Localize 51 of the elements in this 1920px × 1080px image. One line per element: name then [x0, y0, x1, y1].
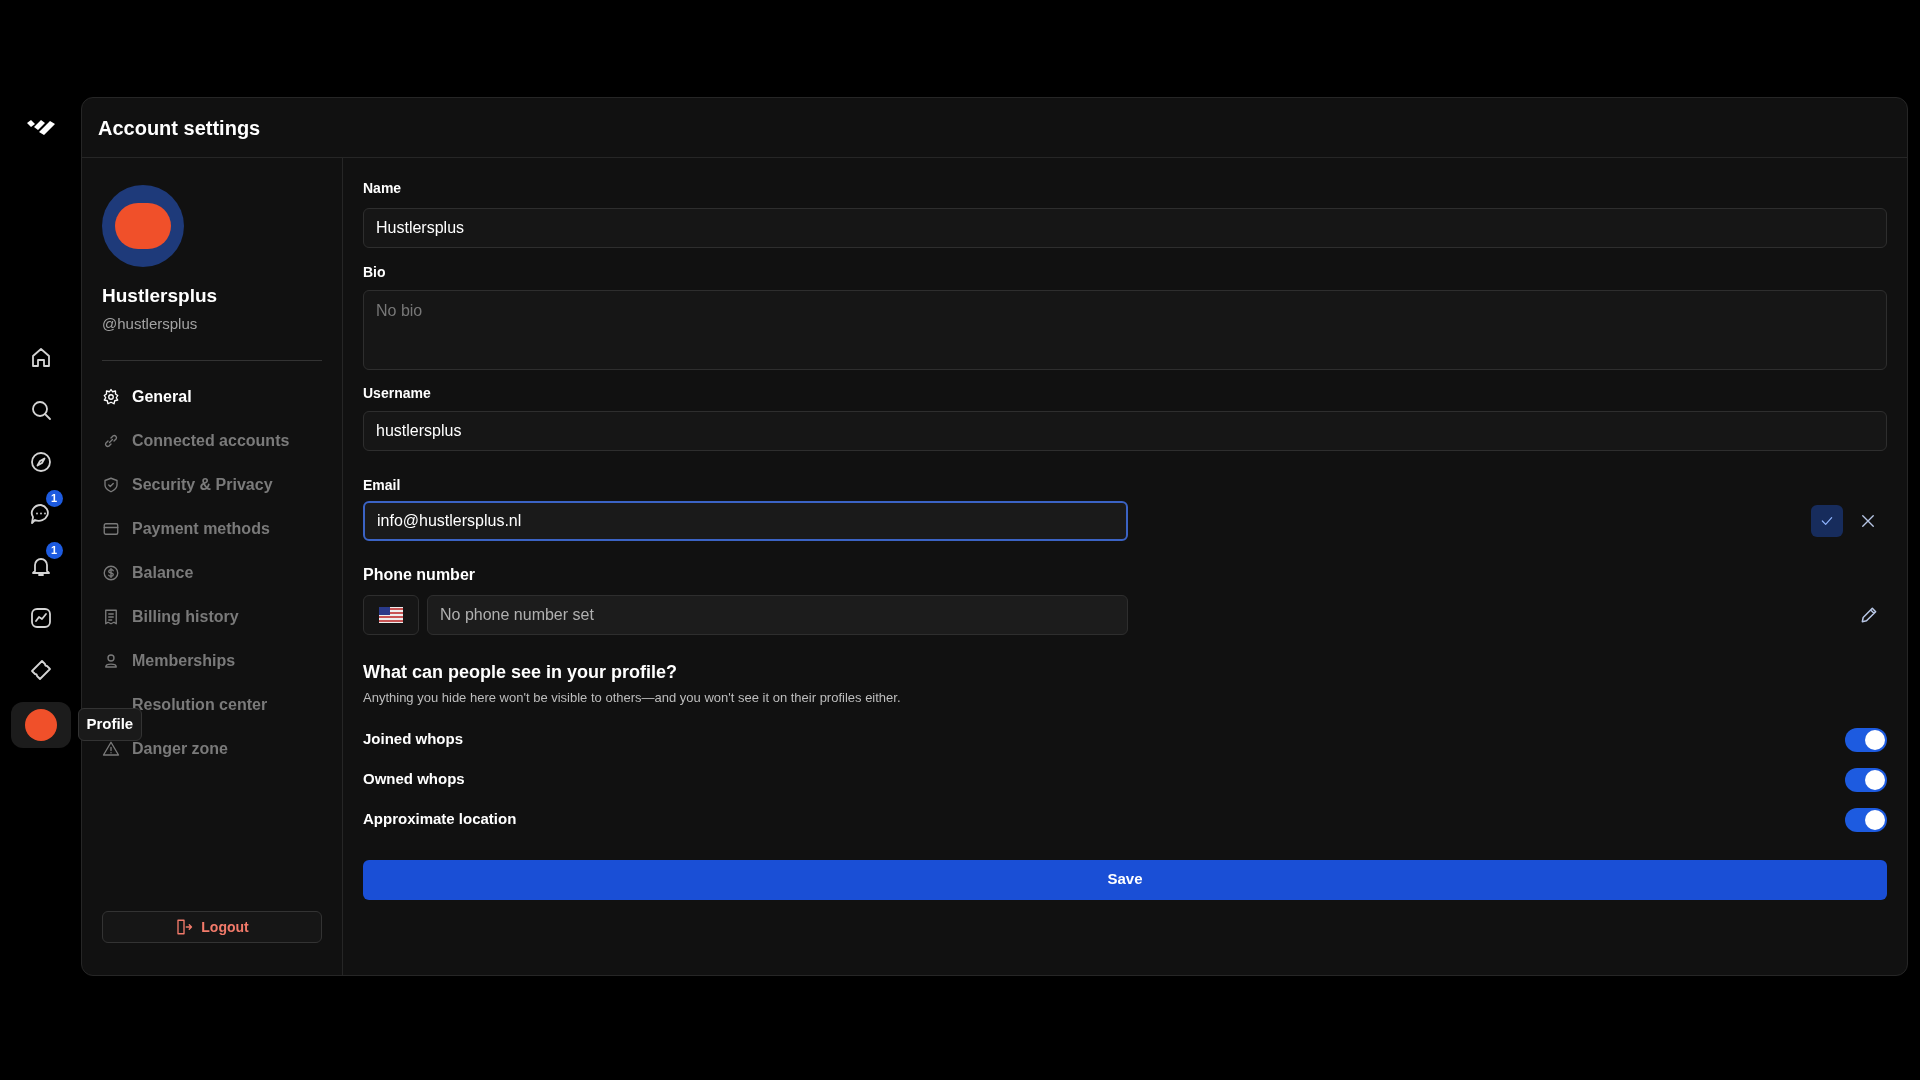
sidebar-item[interactable]: Billing history	[132, 605, 239, 629]
profile-handle: @hustlersplus	[102, 313, 199, 334]
profile-rail-button[interactable]	[10, 702, 71, 748]
field-label: Username	[363, 384, 432, 403]
field-label: Name	[363, 179, 403, 198]
sidebar-item[interactable]: Payment methods	[132, 517, 270, 541]
logout-button[interactable]: Logout	[102, 911, 322, 943]
sidebar-item[interactable]: Connected accounts	[132, 429, 290, 453]
name-field[interactable]: Hustlersplus	[363, 208, 1887, 248]
bio-field[interactable]: No bio	[363, 290, 1887, 370]
toggle-switch[interactable]	[1845, 727, 1887, 752]
toggle-switch[interactable]	[1845, 807, 1887, 832]
notification-badge: 1	[45, 542, 63, 559]
sidebar-item[interactable]: General	[132, 385, 192, 409]
notification-badge: 1	[45, 490, 63, 507]
sidebar-item[interactable]: Memberships	[132, 649, 236, 673]
ticket-icon[interactable]	[28, 658, 53, 682]
toggle-switch[interactable]	[1845, 767, 1887, 792]
warning-icon	[102, 740, 120, 758]
shield-icon	[102, 476, 120, 494]
logout-icon	[175, 918, 194, 936]
confirm-button[interactable]	[1811, 505, 1843, 537]
field-label: Phone number	[363, 565, 476, 585]
toggle-label: Joined whops	[363, 729, 463, 750]
username-field[interactable]: hustlersplus	[363, 411, 1887, 451]
person-icon	[102, 652, 120, 670]
toggle-label: Approximate location	[363, 809, 517, 830]
phone-field[interactable]: No phone number set	[427, 595, 1128, 635]
settings-icon	[102, 388, 120, 406]
flag-icon	[379, 607, 403, 623]
edit-button[interactable]	[1859, 605, 1879, 625]
receipt-icon	[102, 608, 120, 626]
profile-name: Hustlersplus	[102, 284, 219, 308]
compass-icon[interactable]	[28, 450, 53, 474]
pencil-icon	[1859, 605, 1879, 625]
save-button[interactable]: Save	[363, 859, 1887, 900]
card-icon	[102, 520, 120, 538]
field-label: Anything you hide here won't be visible to others—and you won't see it on their profiles either.	[363, 689, 902, 707]
field-label: What can people see in your profile?	[363, 661, 679, 684]
toggle-label: Owned whops	[363, 769, 465, 790]
country-picker[interactable]	[363, 595, 419, 635]
sidebar-item[interactable]: Security & Privacy	[132, 473, 273, 497]
field-label: Email	[363, 476, 402, 495]
page-title: Account settings	[98, 115, 261, 141]
chart-icon[interactable]	[28, 606, 53, 630]
field-label: Bio	[363, 263, 387, 282]
link-icon	[102, 432, 120, 450]
email-field[interactable]: info@hustlersplus.nl	[363, 501, 1128, 541]
sidebar-item[interactable]: Balance	[132, 561, 194, 585]
dollar-icon	[102, 564, 120, 582]
close-icon	[1859, 512, 1877, 530]
